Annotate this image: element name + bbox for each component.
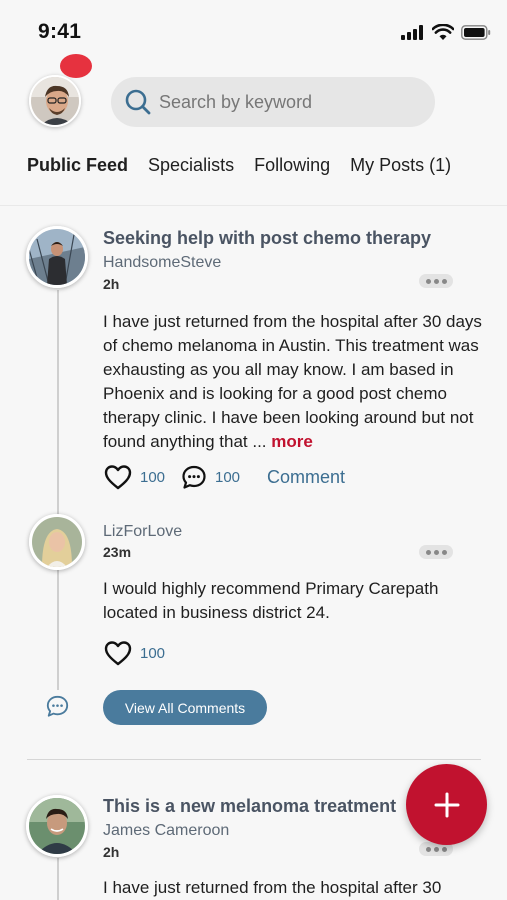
status-time: 9:41 bbox=[38, 20, 82, 43]
post-timestamp: 2h bbox=[103, 276, 120, 292]
wifi-icon bbox=[432, 24, 454, 40]
reply-timestamp: 23m bbox=[103, 544, 132, 560]
reply-like-count: 100 bbox=[140, 644, 166, 662]
post-body: I have just returned from the hospital a… bbox=[103, 878, 442, 897]
comment-action[interactable]: 100 bbox=[181, 464, 240, 490]
post-author-avatar[interactable] bbox=[26, 226, 88, 288]
post-title[interactable]: Seeking help with post chemo therapy bbox=[103, 228, 431, 249]
comment-count: 100 bbox=[215, 468, 241, 486]
battery-icon bbox=[461, 24, 491, 40]
reply-like-action[interactable]: 100 bbox=[104, 640, 165, 666]
tabs-divider bbox=[0, 205, 507, 206]
thread-line bbox=[57, 570, 59, 690]
tab-following[interactable]: Following bbox=[254, 155, 330, 176]
plus-icon bbox=[434, 792, 459, 817]
tab-public-feed[interactable]: Public Feed bbox=[27, 155, 128, 176]
like-action[interactable]: 100 bbox=[104, 464, 165, 490]
tab-specialists[interactable]: Specialists bbox=[148, 155, 234, 176]
post-divider bbox=[27, 759, 481, 760]
feed-tabs: Public Feed Specialists Following My Pos… bbox=[27, 155, 451, 176]
post-author[interactable]: HandsomeSteve bbox=[103, 254, 221, 272]
tab-my-posts[interactable]: My Posts (1) bbox=[350, 155, 451, 176]
reply-body: I would highly recommend Primary Carepat… bbox=[103, 579, 439, 622]
search-bar[interactable]: Search by keyword bbox=[111, 77, 435, 127]
signal-icon bbox=[401, 24, 423, 40]
status-icons bbox=[401, 24, 491, 40]
like-count: 100 bbox=[140, 468, 166, 486]
reply-author-avatar-image bbox=[32, 517, 82, 567]
post-author[interactable]: James Cameroon bbox=[103, 822, 229, 840]
comment-icon bbox=[182, 465, 206, 489]
heart-icon bbox=[104, 641, 132, 666]
user-avatar[interactable] bbox=[29, 75, 81, 127]
notification-badge bbox=[60, 54, 92, 78]
heart-icon bbox=[104, 465, 132, 490]
post-author-avatar-image bbox=[29, 798, 85, 854]
header: Search by keyword bbox=[0, 54, 507, 150]
reply-options-button[interactable] bbox=[419, 545, 453, 559]
view-all-comments-button[interactable]: View All Comments bbox=[103, 690, 267, 725]
comments-icon[interactable] bbox=[45, 694, 70, 718]
post-author-avatar[interactable] bbox=[26, 795, 88, 857]
comment-button[interactable]: Comment bbox=[267, 467, 345, 488]
post-author-avatar-image bbox=[29, 229, 85, 285]
reply-author[interactable]: LizForLove bbox=[103, 523, 182, 541]
post-body-text: I have just returned from the hospital a… bbox=[103, 312, 482, 451]
user-avatar-image bbox=[31, 77, 79, 125]
read-more-link[interactable]: more bbox=[271, 432, 313, 451]
thread-line bbox=[57, 858, 59, 900]
new-post-button[interactable] bbox=[406, 764, 487, 845]
search-icon bbox=[125, 89, 151, 115]
status-bar: 9:41 bbox=[0, 0, 507, 60]
thread-line bbox=[57, 290, 59, 520]
search-input[interactable]: Search by keyword bbox=[159, 92, 312, 113]
post-title[interactable]: This is a new melanoma treatment bbox=[103, 796, 396, 817]
post-body: I have just returned from the hospital a… bbox=[103, 310, 488, 454]
post-options-button[interactable] bbox=[419, 274, 453, 288]
reply-author-avatar[interactable] bbox=[29, 514, 85, 570]
post-timestamp: 2h bbox=[103, 844, 120, 860]
